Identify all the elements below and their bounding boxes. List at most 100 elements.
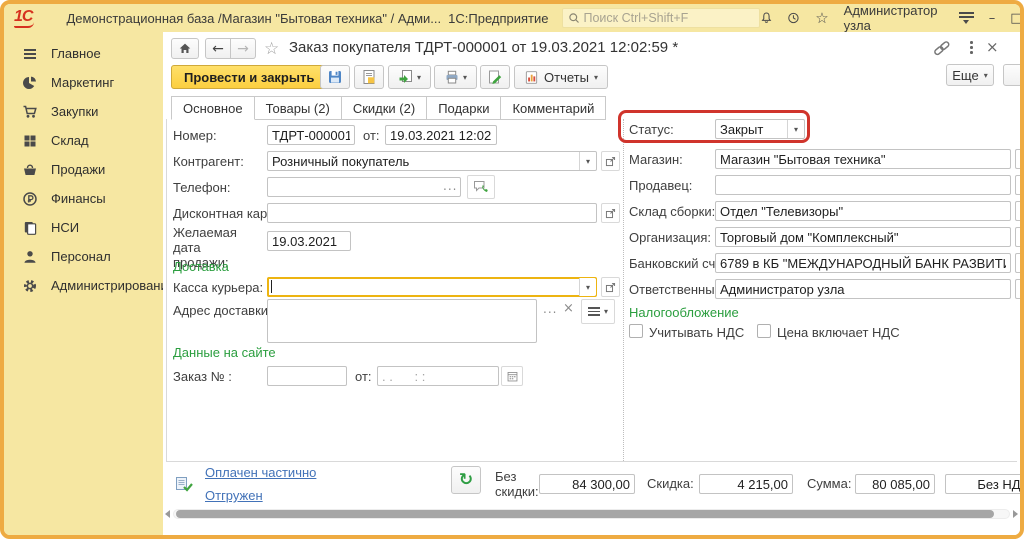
back-button[interactable]: ← [205,38,231,59]
favorites-star-icon[interactable]: ☆ [815,11,828,26]
store-field[interactable] [715,149,1011,169]
scrollbar-track[interactable] [173,509,1010,519]
sidebar-item-prodazhi[interactable]: Продажи [4,155,163,184]
titlebar: 1С Демонстрационная база /Магазин "Бытов… [4,4,1020,32]
courier-cash-dropdown-icon[interactable]: ▾ [579,278,596,296]
sidebar-item-label: Закупки [51,104,98,119]
close-document-icon[interactable]: × [986,38,999,56]
notifications-bell-icon[interactable] [760,10,773,26]
recalculate-button[interactable]: ↻ [451,466,481,494]
sidebar-item-label: Финансы [51,191,106,206]
sidebar-item-label: НСИ [51,220,79,235]
counterparty-field[interactable] [267,151,597,171]
desired-date-field[interactable] [267,231,351,251]
get-link-icon[interactable] [933,40,951,56]
sidebar-item-personal[interactable]: Персонал [4,242,163,271]
favorite-star-icon[interactable]: ☆ [264,39,279,59]
forward-button[interactable]: → [230,38,256,59]
date-field[interactable] [385,125,497,145]
clipped-toolbar-button[interactable] [1003,64,1020,86]
delivery-address-field[interactable] [267,299,537,343]
sum-total-field[interactable] [855,474,935,494]
courier-cash-label: Касса курьера: [173,280,263,295]
vat-mode-field[interactable] [945,474,1020,494]
site-order-from-label: от: [355,369,372,384]
clipped-field-fragment [1015,253,1020,273]
scrollbar-thumb[interactable] [176,510,994,518]
counterparty-dropdown-icon[interactable]: ▾ [579,152,596,170]
phone-chat-icon [473,179,490,195]
create-based-on-button[interactable]: ▾ [388,65,431,89]
scroll-left-arrow[interactable] [165,510,170,518]
app-title: Демонстрационная база /Магазин "Бытовая … [66,11,441,26]
current-user[interactable]: Администратор узла [844,3,944,33]
status-dropdown-icon[interactable]: ▾ [787,120,804,138]
sidebar-item-administrirovanie[interactable]: Администрирование [4,271,163,300]
global-search[interactable] [562,8,760,28]
reports-button[interactable]: Отчеты ▾ [514,65,608,89]
sidebar-item-marketing[interactable]: Маркетинг [4,68,163,97]
address-clear-icon[interactable]: × [563,301,575,316]
warehouse-label: Склад сборки: [629,204,715,219]
counterparty-label: Контрагент: [173,154,244,169]
print-button[interactable]: ▾ [434,65,477,89]
minimize-button[interactable]: – [989,12,996,25]
text-cursor [271,280,272,293]
sidebar-item-nsi[interactable]: НСИ [4,213,163,242]
responsible-field[interactable] [715,279,1011,299]
home-button[interactable] [171,38,199,59]
tab-osnovnoe[interactable]: Основное [171,96,255,120]
post-and-close-button[interactable]: Провести и закрыть [171,65,327,89]
phone-call-button[interactable] [467,175,495,199]
discount-total-field[interactable] [699,474,793,494]
maximize-button[interactable]: □ [1010,12,1022,25]
number-field[interactable] [267,125,355,145]
vat-checkbox[interactable] [629,324,643,338]
service-settings-icon[interactable] [959,12,974,23]
clipped-field-fragment [1015,201,1020,221]
document-title: Заказ покупателя ТДРТ-000001 от 19.03.20… [289,39,678,56]
courier-cash-field[interactable] [267,277,597,297]
search-input[interactable] [584,11,754,25]
phone-select-dots-icon[interactable]: ... [443,179,457,193]
seller-field[interactable] [715,175,1011,195]
organization-field[interactable] [715,227,1011,247]
shipment-status-link[interactable]: Отгружен [205,488,263,503]
save-button[interactable] [320,65,350,89]
sidebar-item-zakupki[interactable]: Закупки [4,97,163,126]
post-document-button[interactable] [354,65,384,89]
open-in-window-icon [604,155,617,168]
vat-included-checkbox[interactable] [757,324,771,338]
discount-card-open-button[interactable] [601,203,620,223]
payment-status-link[interactable]: Оплачен частично [205,465,316,480]
tab-podarki[interactable]: Подарки [426,96,501,120]
courier-cash-open-button[interactable] [601,277,620,297]
more-button[interactable]: Еще ▾ [946,64,994,86]
tab-tovary[interactable]: Товары (2) [254,96,342,120]
site-order-date-field[interactable] [377,366,499,386]
no-discount-total-field[interactable] [539,474,635,494]
vat-checkbox-label[interactable]: Учитывать НДС [649,325,744,340]
counterparty-open-button[interactable] [601,151,620,171]
search-icon [568,12,580,24]
address-select-dots-icon[interactable]: ... [543,302,557,316]
bank-account-field[interactable] [715,253,1011,273]
sidebar-item-finansy[interactable]: Финансы [4,184,163,213]
tab-kommentariy[interactable]: Комментарий [500,96,606,120]
sidebar-item-sklad[interactable]: Склад [4,126,163,155]
scroll-right-arrow[interactable] [1013,510,1018,518]
more-actions-kebab-icon[interactable] [966,40,977,55]
date-label: от: [363,128,380,143]
sidebar-item-label: Администрирование [51,278,175,293]
edit-button[interactable] [480,65,510,89]
site-order-number-field[interactable] [267,366,347,386]
vat-included-checkbox-label[interactable]: Цена включает НДС [777,325,900,340]
site-order-calendar-button[interactable] [501,366,523,386]
sidebar-item-glavnoe[interactable]: Главное [4,39,163,68]
phone-field[interactable] [267,177,461,197]
address-menu-button[interactable]: ▾ [581,299,615,324]
history-icon[interactable] [787,10,800,26]
tab-skidki[interactable]: Скидки (2) [341,96,427,120]
discount-card-field[interactable] [267,203,597,223]
warehouse-field[interactable] [715,201,1011,221]
